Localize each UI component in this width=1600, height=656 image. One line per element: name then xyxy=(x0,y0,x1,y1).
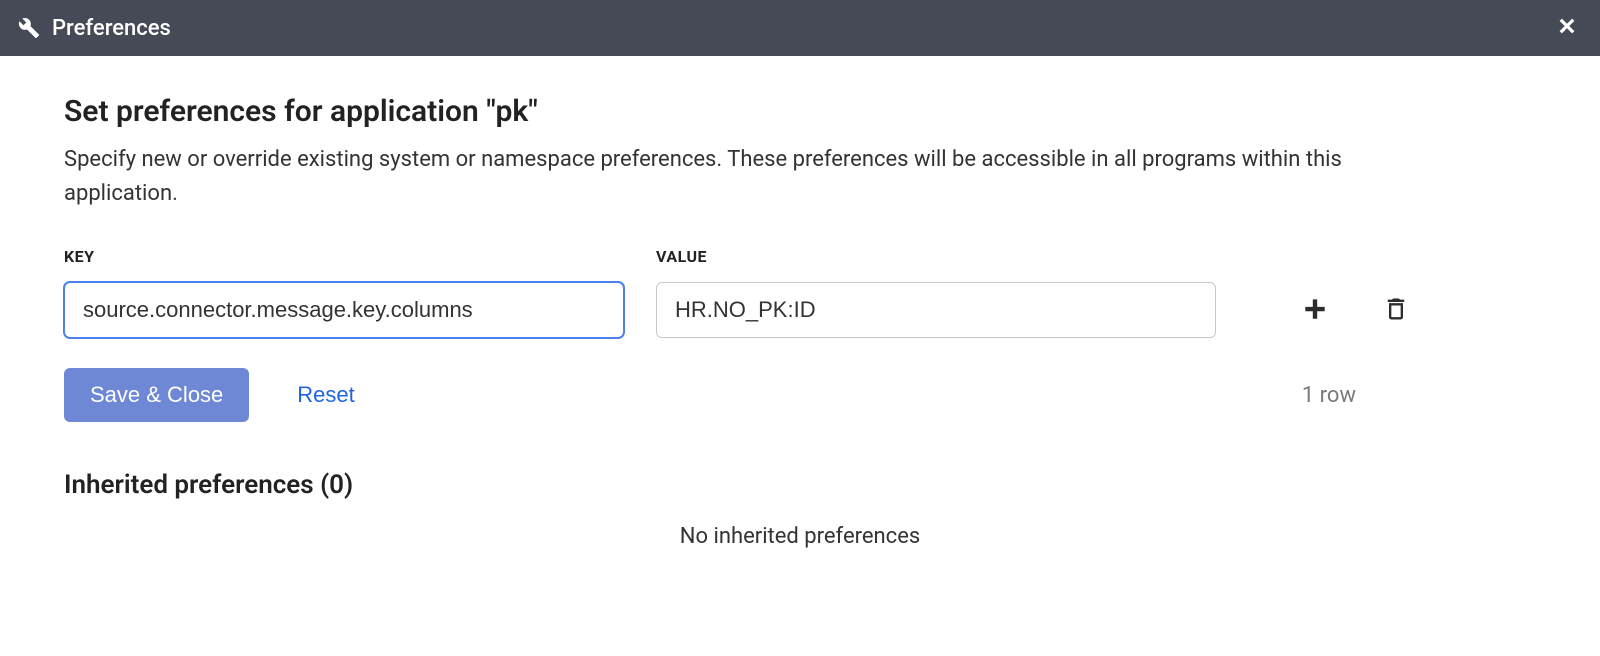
footer-row: Save & Close Reset 1 row xyxy=(64,368,1536,422)
footer-actions: Save & Close Reset xyxy=(64,368,355,422)
delete-row-button[interactable] xyxy=(1378,290,1414,331)
titlebar-left: Preferences xyxy=(18,16,171,41)
kv-header-row: KEY VALUE xyxy=(64,247,1536,266)
reset-button[interactable]: Reset xyxy=(297,382,354,408)
plus-icon xyxy=(1300,294,1330,327)
key-input[interactable] xyxy=(64,282,624,338)
add-row-button[interactable] xyxy=(1296,290,1334,331)
column-header-key: KEY xyxy=(64,247,95,266)
content-area: Set preferences for application "pk" Spe… xyxy=(0,56,1600,569)
wrench-icon xyxy=(18,17,40,39)
preference-row xyxy=(64,282,1536,338)
titlebar-title: Preferences xyxy=(52,16,171,41)
page-description: Specify new or override existing system … xyxy=(64,143,1344,211)
save-close-button[interactable]: Save & Close xyxy=(64,368,249,422)
column-header-value: VALUE xyxy=(656,247,707,266)
close-icon[interactable] xyxy=(1552,11,1582,45)
row-actions xyxy=(1296,290,1414,331)
value-input[interactable] xyxy=(656,282,1216,338)
titlebar: Preferences xyxy=(0,0,1600,56)
row-count-text: 1 row xyxy=(1302,383,1356,408)
page-title: Set preferences for application "pk" xyxy=(64,94,1536,129)
inherited-empty-message: No inherited preferences xyxy=(64,524,1536,549)
trash-icon xyxy=(1382,294,1410,327)
inherited-heading: Inherited preferences (0) xyxy=(64,470,1536,500)
